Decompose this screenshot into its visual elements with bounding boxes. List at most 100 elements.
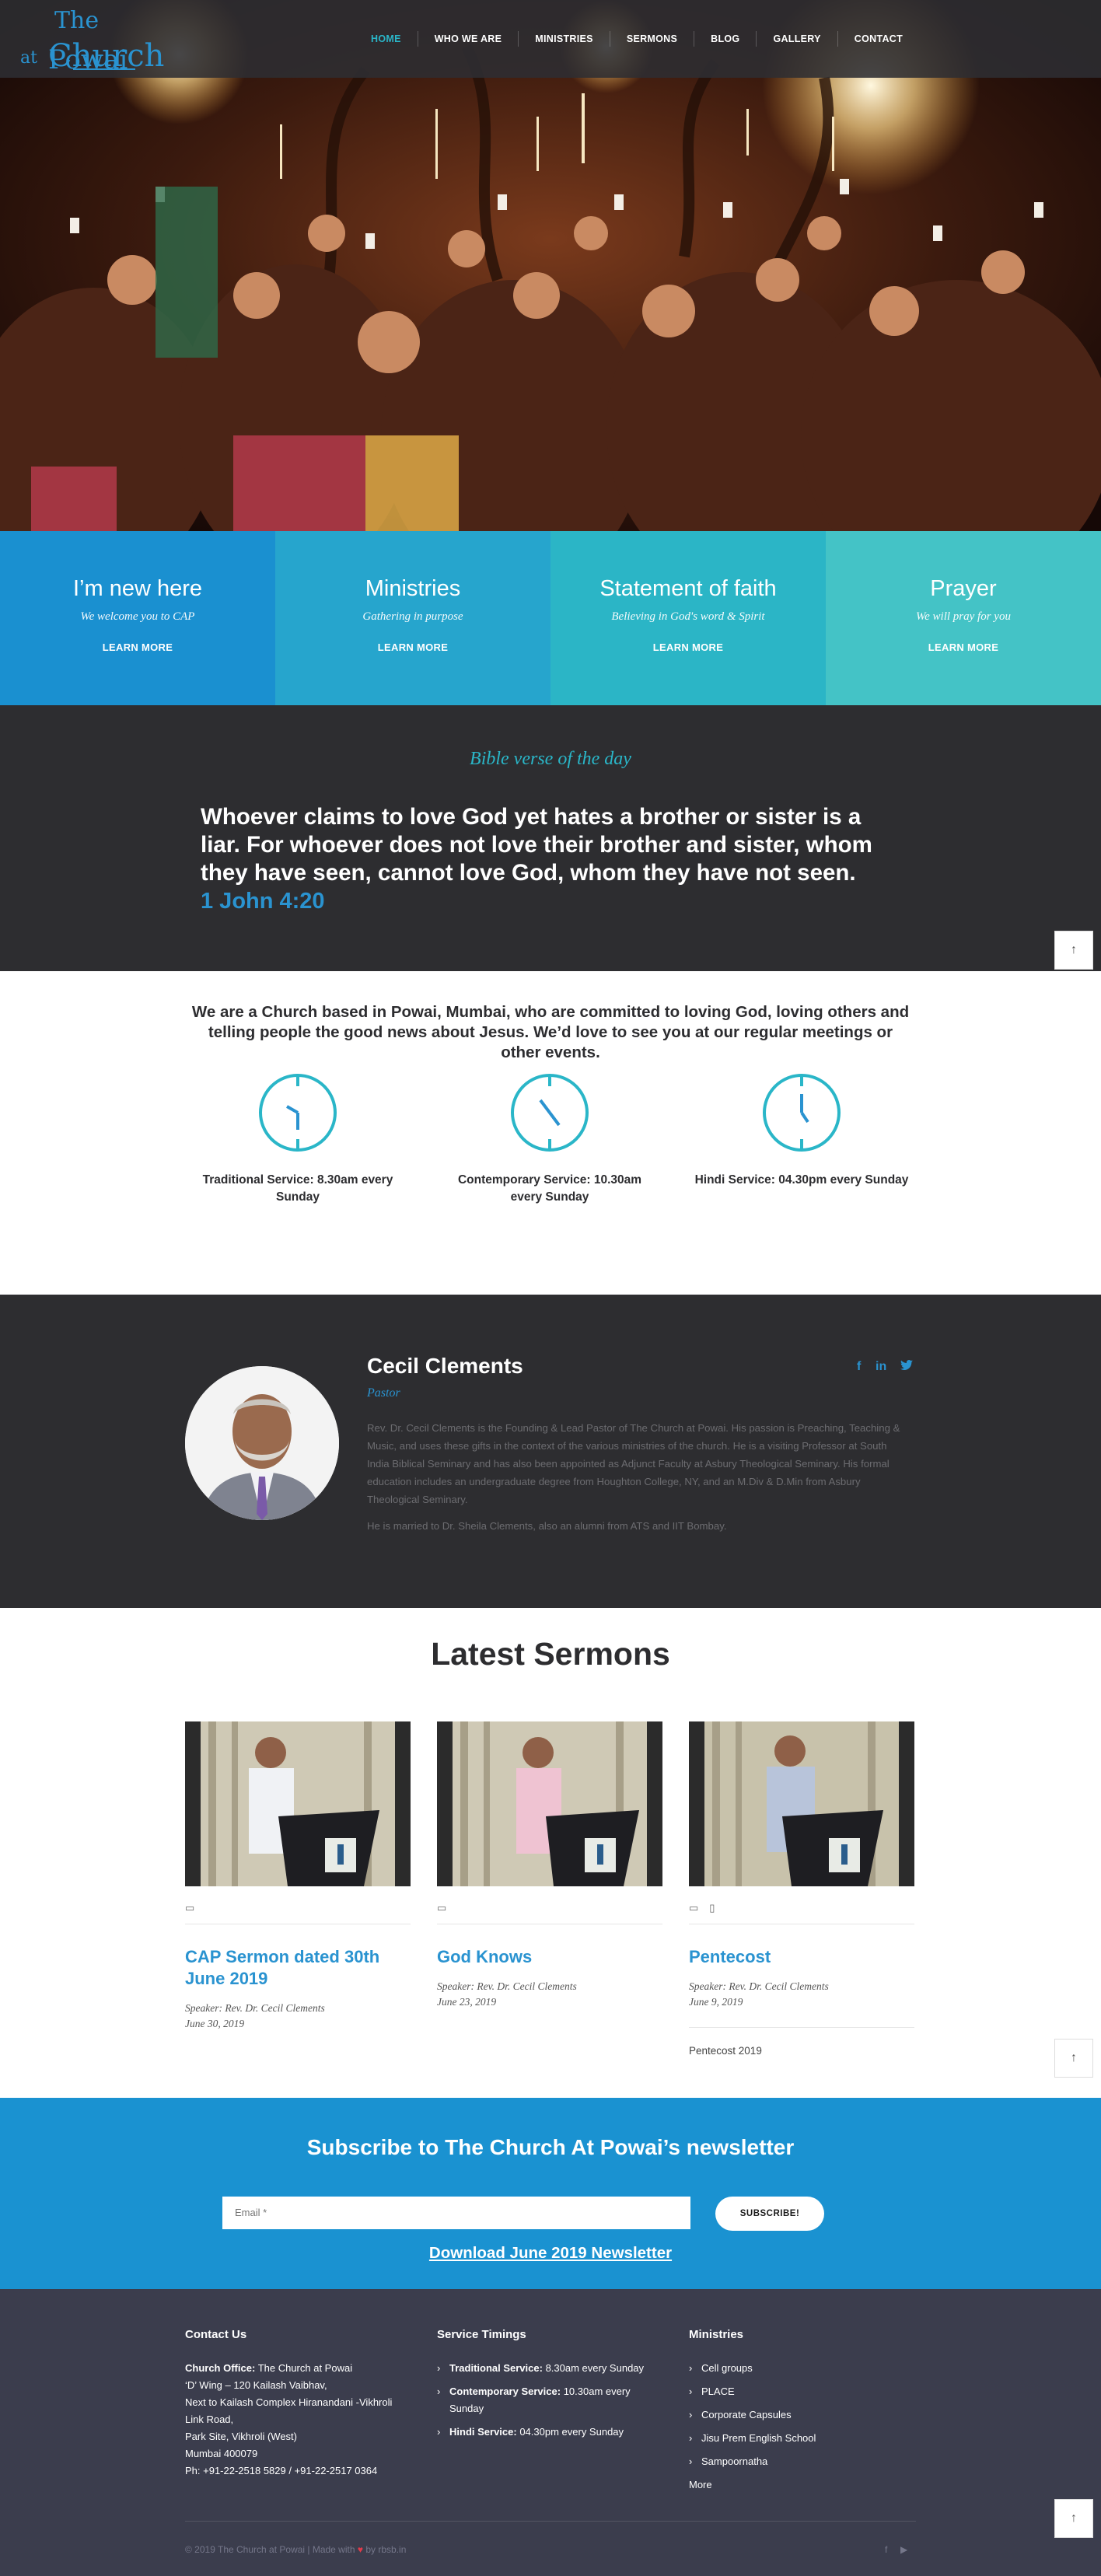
pastor-name: Cecil Clements xyxy=(367,1354,523,1378)
tile-title: I’m new here xyxy=(72,576,202,601)
tile-subtitle: Believing in God's word & Spirit xyxy=(611,610,765,623)
ministry-link[interactable]: Sampoornatha xyxy=(689,2453,914,2470)
scroll-top-button[interactable]: ↑ xyxy=(1054,931,1093,970)
sermon-speaker: Speaker: Rev. Dr. Cecil Clements xyxy=(185,2002,325,2014)
pastor-profile: Cecil Clements Pastor f in Rev. Dr. Ceci… xyxy=(0,1295,1101,1608)
ministry-link[interactable]: PLACE xyxy=(689,2383,914,2400)
sermon-thumbnail[interactable] xyxy=(689,1721,914,1886)
sermon-speaker: Speaker: Rev. Dr. Cecil Clements xyxy=(689,1980,829,1992)
youtube-icon[interactable]: ▶ xyxy=(900,2544,907,2555)
address-line: Next to Kailash Complex Hiranandani -Vik… xyxy=(185,2396,393,2425)
learn-more-link[interactable]: LEARN MORE xyxy=(103,641,173,653)
service-label: Contemporary Service: 10.30am every Sund… xyxy=(457,1173,642,1204)
sermon-card: ▭ God Knows Speaker: Rev. Dr. Cecil Clem… xyxy=(437,1721,662,2008)
twitter-icon[interactable] xyxy=(900,1360,913,1375)
tile-new-here[interactable]: I’m new here We welcome you to CAP LEARN… xyxy=(0,531,275,705)
copyright: © 2019 The Church at Powai | Made with ♥… xyxy=(185,2544,407,2555)
more-ministries-link[interactable]: More xyxy=(689,2476,914,2494)
video-icon[interactable]: ▭ xyxy=(689,1902,698,1914)
sermon-attachment-label[interactable]: Pentecost 2019 xyxy=(689,2027,914,2057)
sermon-title[interactable]: CAP Sermon dated 30th June 2019 xyxy=(185,1946,411,1990)
tile-subtitle: Gathering in purpose xyxy=(362,610,463,623)
sermon-title[interactable]: God Knows xyxy=(437,1946,662,1968)
video-icon[interactable]: ▭ xyxy=(185,1902,194,1914)
site-header: The Church at Powai HOME WHO WE ARE MINI… xyxy=(0,0,1101,78)
arrow-up-icon: ↑ xyxy=(1071,2511,1077,2525)
site-logo[interactable]: The Church at Powai xyxy=(17,6,164,74)
tile-title: Statement of faith xyxy=(599,576,777,601)
learn-more-link[interactable]: LEARN MORE xyxy=(653,641,723,653)
tile-ministries[interactable]: Ministries Gathering in purpose LEARN MO… xyxy=(275,531,550,705)
nav-ministries[interactable]: MINISTRIES xyxy=(519,30,610,48)
tile-prayer[interactable]: Prayer We will pray for you LEARN MORE xyxy=(826,531,1101,705)
video-icon[interactable]: ▭ xyxy=(437,1902,446,1914)
footer-heading: Contact Us xyxy=(185,2328,247,2341)
nav-gallery[interactable]: GALLERY xyxy=(757,30,837,48)
nav-contact[interactable]: CONTACT xyxy=(838,30,919,48)
service-hindi: Hindi Service: 04.30pm every Sunday xyxy=(693,1072,911,1189)
tile-title: Ministries xyxy=(365,576,461,601)
learn-more-link[interactable]: LEARN MORE xyxy=(378,641,448,653)
verse-reference: 1 John 4:20 xyxy=(201,889,325,914)
pastor-bio-family: He is married to Dr. Sheila Clements, al… xyxy=(367,1520,727,1532)
scroll-top-button[interactable]: ↑ xyxy=(1054,2499,1093,2538)
heart-icon: ♥ xyxy=(357,2544,363,2555)
ministry-link[interactable]: Cell groups xyxy=(689,2360,914,2377)
arrow-up-icon: ↑ xyxy=(1071,943,1077,956)
linkedin-icon[interactable]: in xyxy=(876,1360,886,1374)
email-input[interactable] xyxy=(222,2197,690,2229)
timing-item: Hindi Service: 04.30pm every Sunday xyxy=(437,2424,662,2441)
tile-subtitle: We welcome you to CAP xyxy=(80,610,195,623)
footer-heading: Ministries xyxy=(689,2328,744,2341)
nav-who-we-are[interactable]: WHO WE ARE xyxy=(418,30,519,48)
address-line: ‘D’ Wing – 120 Kailash Vaibhav, xyxy=(185,2379,327,2391)
site-footer: Contact Us Church Office: The Church at … xyxy=(0,2289,1101,2576)
intro-text: We are a Church based in Powai, Mumbai, … xyxy=(191,1003,910,1061)
sermons-heading: Latest Sermons xyxy=(431,1636,670,1672)
nav-home[interactable]: HOME xyxy=(355,30,418,48)
clock-icon xyxy=(763,1074,841,1152)
tile-statement-of-faith[interactable]: Statement of faith Believing in God's wo… xyxy=(550,531,826,705)
address-line: Mumbai 400079 xyxy=(185,2448,258,2459)
tile-title: Prayer xyxy=(930,576,997,601)
download-newsletter-link[interactable]: Download June 2019 Newsletter xyxy=(0,2244,1101,2263)
sermon-card: ▭ CAP Sermon dated 30th June 2019 Speake… xyxy=(185,1721,411,2030)
pastor-role: Pastor xyxy=(367,1386,400,1400)
sermon-thumbnail[interactable] xyxy=(185,1721,411,1886)
ministry-link[interactable]: Jisu Prem English School xyxy=(689,2430,914,2447)
verse-text: Whoever claims to love God yet hates a b… xyxy=(201,804,872,886)
footer-heading: Service Timings xyxy=(437,2328,526,2341)
verse-heading: Bible verse of the day xyxy=(470,749,631,769)
pastor-avatar xyxy=(185,1366,339,1520)
scroll-top-button[interactable]: ↑ xyxy=(1054,2039,1093,2078)
sermon-card: ▭ ▯ Pentecost Speaker: Rev. Dr. Cecil Cle… xyxy=(689,1721,914,2057)
footer-ministries: Ministries Cell groups PLACE Corporate C… xyxy=(689,2328,914,2494)
newsletter-section: Subscribe to The Church At Powai’s newsl… xyxy=(0,2098,1101,2289)
logo-word-the: The xyxy=(54,7,100,34)
learn-more-link[interactable]: LEARN MORE xyxy=(928,641,998,653)
service-label: Traditional Service: 8.30am every Sunday xyxy=(202,1173,393,1204)
office-label: Church Office: xyxy=(185,2362,256,2374)
pastor-bio: Rev. Dr. Cecil Clements is the Founding … xyxy=(367,1422,900,1505)
nav-sermons[interactable]: SERMONS xyxy=(610,30,694,48)
nav-blog[interactable]: BLOG xyxy=(694,30,756,48)
document-icon[interactable]: ▯ xyxy=(709,1902,715,1914)
facebook-icon[interactable]: f xyxy=(857,1360,861,1374)
about-section: We are a Church based in Powai, Mumbai, … xyxy=(0,971,1101,1295)
ministry-link[interactable]: Corporate Capsules xyxy=(689,2406,914,2424)
subscribe-button[interactable]: SUBSCRIBE! xyxy=(715,2197,824,2231)
service-label: Hindi Service: 04.30pm every Sunday xyxy=(694,1173,909,1187)
sermon-title[interactable]: Pentecost xyxy=(689,1946,914,1968)
arrow-up-icon: ↑ xyxy=(1071,2051,1077,2064)
sermon-date: June 30, 2019 xyxy=(185,2018,245,2029)
sermon-thumbnail[interactable] xyxy=(437,1721,662,1886)
service-contemporary: Contemporary Service: 10.30am every Sund… xyxy=(441,1072,659,1206)
main-nav: HOME WHO WE ARE MINISTRIES SERMONS BLOG … xyxy=(355,30,919,48)
phone-line: Ph: +91-22-2518 5829 / +91-22-2517 0364 xyxy=(185,2465,378,2476)
clock-icon xyxy=(511,1074,589,1152)
tile-subtitle: We will pray for you xyxy=(916,610,1011,623)
latest-sermons: Latest Sermons ▭ CAP Sermon dated 30th J… xyxy=(0,1608,1101,2098)
sermon-date: June 23, 2019 xyxy=(437,1996,497,2008)
facebook-icon[interactable]: f xyxy=(885,2544,887,2555)
service-traditional: Traditional Service: 8.30am every Sunday xyxy=(189,1072,407,1206)
